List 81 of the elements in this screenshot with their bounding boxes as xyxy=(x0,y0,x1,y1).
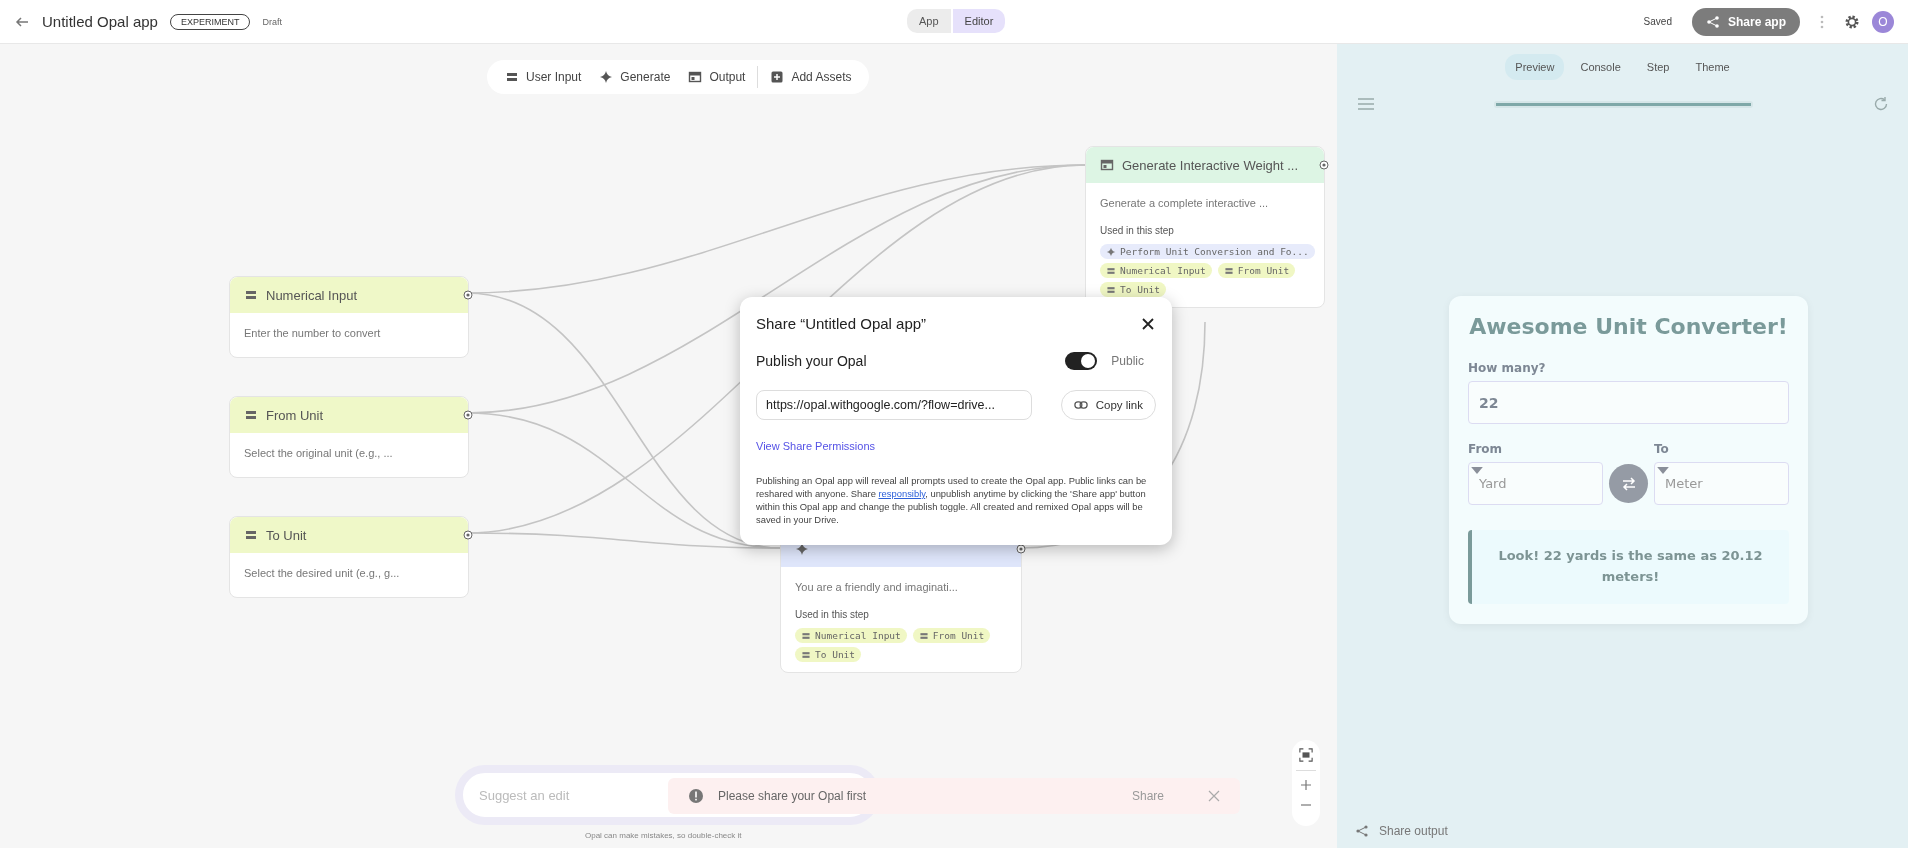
used-label: Used in this step xyxy=(1100,225,1175,236)
toolbar-button[interactable]: User Input xyxy=(499,66,588,88)
link-field[interactable]: https://opal.withgoogle.com/?flow=drive... xyxy=(756,390,1032,420)
input-icon xyxy=(1106,265,1116,276)
dialog-title: Share “Untitled Opal app” xyxy=(756,315,927,332)
node-description: You are a friendly and imaginati... xyxy=(795,580,959,595)
swap-button[interactable] xyxy=(1609,464,1648,503)
input-icon xyxy=(801,630,811,641)
draft-status: Draft xyxy=(262,16,282,27)
step-chip: From Unit xyxy=(1217,263,1296,278)
port-icon[interactable] xyxy=(1016,544,1026,554)
node-title: Generate Interactive Weight ... xyxy=(1122,157,1299,173)
preview-tab[interactable]: Console xyxy=(1570,54,1631,80)
settings-icon[interactable] xyxy=(1844,13,1860,30)
port-icon[interactable] xyxy=(463,410,473,420)
amount-field[interactable]: 22 xyxy=(1468,381,1789,424)
view-permissions-link[interactable]: View Share Permissions xyxy=(756,440,875,452)
publish-notice: Publishing an Opal app will reveal all prompts used to create the Opal app. Public links can be reshared with anyone. Share responsibly, unpublish anytime by clicking the 'Share app' button within this Opal app and change the publish toggle. All created and remixed Opal apps will be saved in your Drive. xyxy=(756,474,1148,527)
disclaimer-text: Opal can make mistakes, so double-check it xyxy=(585,831,742,840)
share-app-button[interactable]: Share app xyxy=(1691,7,1800,36)
preview-tab[interactable]: Step xyxy=(1636,54,1680,80)
window-icon xyxy=(688,70,703,84)
zoom-in-icon[interactable] xyxy=(1300,779,1312,791)
used-label: Used in this step xyxy=(795,609,870,620)
sparkle-icon xyxy=(1106,246,1116,257)
step-chip: To Unit xyxy=(795,647,862,662)
result-message: Look! 22 yards is the same as 20.12 meters! xyxy=(1468,530,1789,604)
toolbar-button[interactable]: Generate xyxy=(593,66,677,88)
node-description: Select the desired unit (e.g., g... xyxy=(244,566,401,581)
step-chip: Numerical Input xyxy=(1100,263,1212,278)
publish-label: Publish your Opal xyxy=(756,353,867,369)
share-icon xyxy=(1705,14,1720,29)
input-icon xyxy=(801,649,811,660)
publish-toggle[interactable] xyxy=(1065,352,1098,370)
step-chip: Numerical Input xyxy=(795,628,907,643)
copy-link-button[interactable]: Copy link xyxy=(1060,390,1156,420)
input-icon xyxy=(505,70,519,84)
port-icon[interactable] xyxy=(463,290,473,300)
toolbar-button[interactable]: Add Assets xyxy=(764,66,858,88)
card-title: Awesome Unit Converter! xyxy=(1468,314,1789,339)
field-label: To xyxy=(1654,442,1670,456)
close-icon[interactable] xyxy=(1140,315,1156,332)
sparkle-icon xyxy=(599,70,614,84)
saved-status: Saved xyxy=(1643,16,1672,27)
fit-view-icon[interactable] xyxy=(1299,748,1313,762)
mode-tab[interactable]: App xyxy=(907,9,951,33)
node-title: Numerical Input xyxy=(266,287,358,303)
toggle-label: Public xyxy=(1111,354,1144,368)
node-description: Select the original unit (e.g., ... xyxy=(244,446,394,461)
preview-tab[interactable]: Preview xyxy=(1505,54,1565,80)
input-icon xyxy=(244,288,258,302)
sparkle-icon xyxy=(795,542,809,556)
step-chip: Perform Unit Conversion and Fo... xyxy=(1100,244,1315,259)
step-chip: To Unit xyxy=(1100,282,1167,297)
add-icon xyxy=(770,70,785,84)
alert-icon xyxy=(688,788,704,804)
caret-icon xyxy=(1657,467,1669,474)
field-label: From xyxy=(1468,442,1504,456)
input-icon xyxy=(918,630,929,641)
step-chip: From Unit xyxy=(912,628,991,643)
caret-icon xyxy=(1471,467,1483,474)
input-icon xyxy=(1223,265,1234,276)
port-icon[interactable] xyxy=(463,530,473,540)
window-icon xyxy=(1100,158,1114,172)
node-description: Generate a complete interactive ... xyxy=(1100,196,1270,211)
input-icon xyxy=(244,408,258,422)
node-title: To Unit xyxy=(266,527,307,543)
share-icon xyxy=(1355,824,1369,838)
port-icon[interactable] xyxy=(1319,160,1329,170)
node-title: From Unit xyxy=(266,407,324,423)
toast-message: Please share your Opal first xyxy=(718,789,868,803)
mode-tab[interactable]: Editor xyxy=(952,9,1006,33)
toolbar-button[interactable]: Output xyxy=(682,66,752,88)
input-icon xyxy=(244,528,258,542)
link-icon xyxy=(1073,398,1088,412)
share-output-button[interactable]: Share output xyxy=(1337,824,1466,848)
app-title: Untitled Opal app xyxy=(42,13,158,30)
input-icon xyxy=(1106,284,1116,295)
field-label: How many? xyxy=(1468,361,1547,375)
preview-tab[interactable]: Theme xyxy=(1685,54,1740,80)
node-description: Enter the number to convert xyxy=(244,326,382,341)
